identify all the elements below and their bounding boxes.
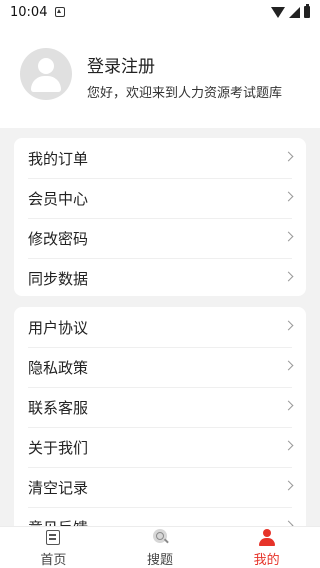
- menu-item-sync-data[interactable]: 同步数据: [14, 258, 306, 296]
- menu-item-label: 修改密码: [28, 229, 89, 248]
- status-time: 10:04: [10, 4, 48, 20]
- tab-label: 首页: [40, 553, 67, 568]
- login-register-link[interactable]: 登录注册: [87, 52, 155, 77]
- search-icon: [150, 529, 170, 547]
- notification-icon: [55, 7, 66, 17]
- tab-label: 搜题: [147, 553, 174, 568]
- menu-item-contact-support[interactable]: 联系客服: [14, 387, 306, 427]
- home-icon: [43, 529, 63, 547]
- menu-item-label: 隐私政策: [28, 358, 89, 377]
- menu-item-label: 清空记录: [28, 478, 89, 497]
- menu-item-label: 用户协议: [28, 318, 89, 337]
- menu-card-about: 用户协议 隐私政策 联系客服 关于我们 清空记录 意见反馈: [14, 307, 306, 547]
- battery-icon: [304, 4, 310, 18]
- welcome-text: 您好，欢迎来到人力资源考试题库: [87, 86, 283, 101]
- menu-item-change-password[interactable]: 修改密码: [14, 218, 306, 258]
- menu-item-member-center[interactable]: 会员中心: [14, 178, 306, 218]
- chevron-right-icon: [283, 320, 294, 331]
- chevron-right-icon: [283, 231, 294, 242]
- status-bar: 10:04: [0, 0, 320, 24]
- tab-home[interactable]: 首页: [0, 527, 107, 568]
- menu-item-clear-records[interactable]: 清空记录: [14, 467, 306, 507]
- avatar[interactable]: [20, 48, 72, 100]
- chevron-right-icon: [283, 360, 294, 371]
- tab-search-questions[interactable]: 搜题: [107, 527, 214, 568]
- tab-mine[interactable]: 我的: [213, 527, 320, 568]
- chevron-right-icon: [283, 271, 294, 282]
- menu-item-label: 会员中心: [28, 189, 89, 208]
- chevron-right-icon: [283, 151, 294, 162]
- menu-item-user-agreement[interactable]: 用户协议: [14, 307, 306, 347]
- menu-item-label: 同步数据: [28, 269, 89, 288]
- chevron-right-icon: [283, 440, 294, 451]
- chevron-right-icon: [283, 400, 294, 411]
- signal-icon: [289, 6, 300, 18]
- menu-item-label: 联系客服: [28, 398, 89, 417]
- avatar-head: [38, 58, 54, 74]
- profile-header[interactable]: 登录注册 您好，欢迎来到人力资源考试题库: [0, 24, 320, 128]
- menu-item-about-us[interactable]: 关于我们: [14, 427, 306, 467]
- user-icon: [257, 529, 277, 547]
- menu-item-label: 关于我们: [28, 438, 89, 457]
- menu-item-label: 我的订单: [28, 149, 89, 168]
- tab-label: 我的: [253, 553, 280, 568]
- avatar-body: [31, 76, 61, 92]
- menu-item-privacy-policy[interactable]: 隐私政策: [14, 347, 306, 387]
- bottom-tab-bar: 首页 搜题 我的: [0, 526, 320, 568]
- menu-card-account: 我的订单 会员中心 修改密码 同步数据: [14, 138, 306, 296]
- chevron-right-icon: [283, 191, 294, 202]
- chevron-right-icon: [283, 480, 294, 491]
- menu-item-my-orders[interactable]: 我的订单: [14, 138, 306, 178]
- wifi-icon: [271, 6, 285, 18]
